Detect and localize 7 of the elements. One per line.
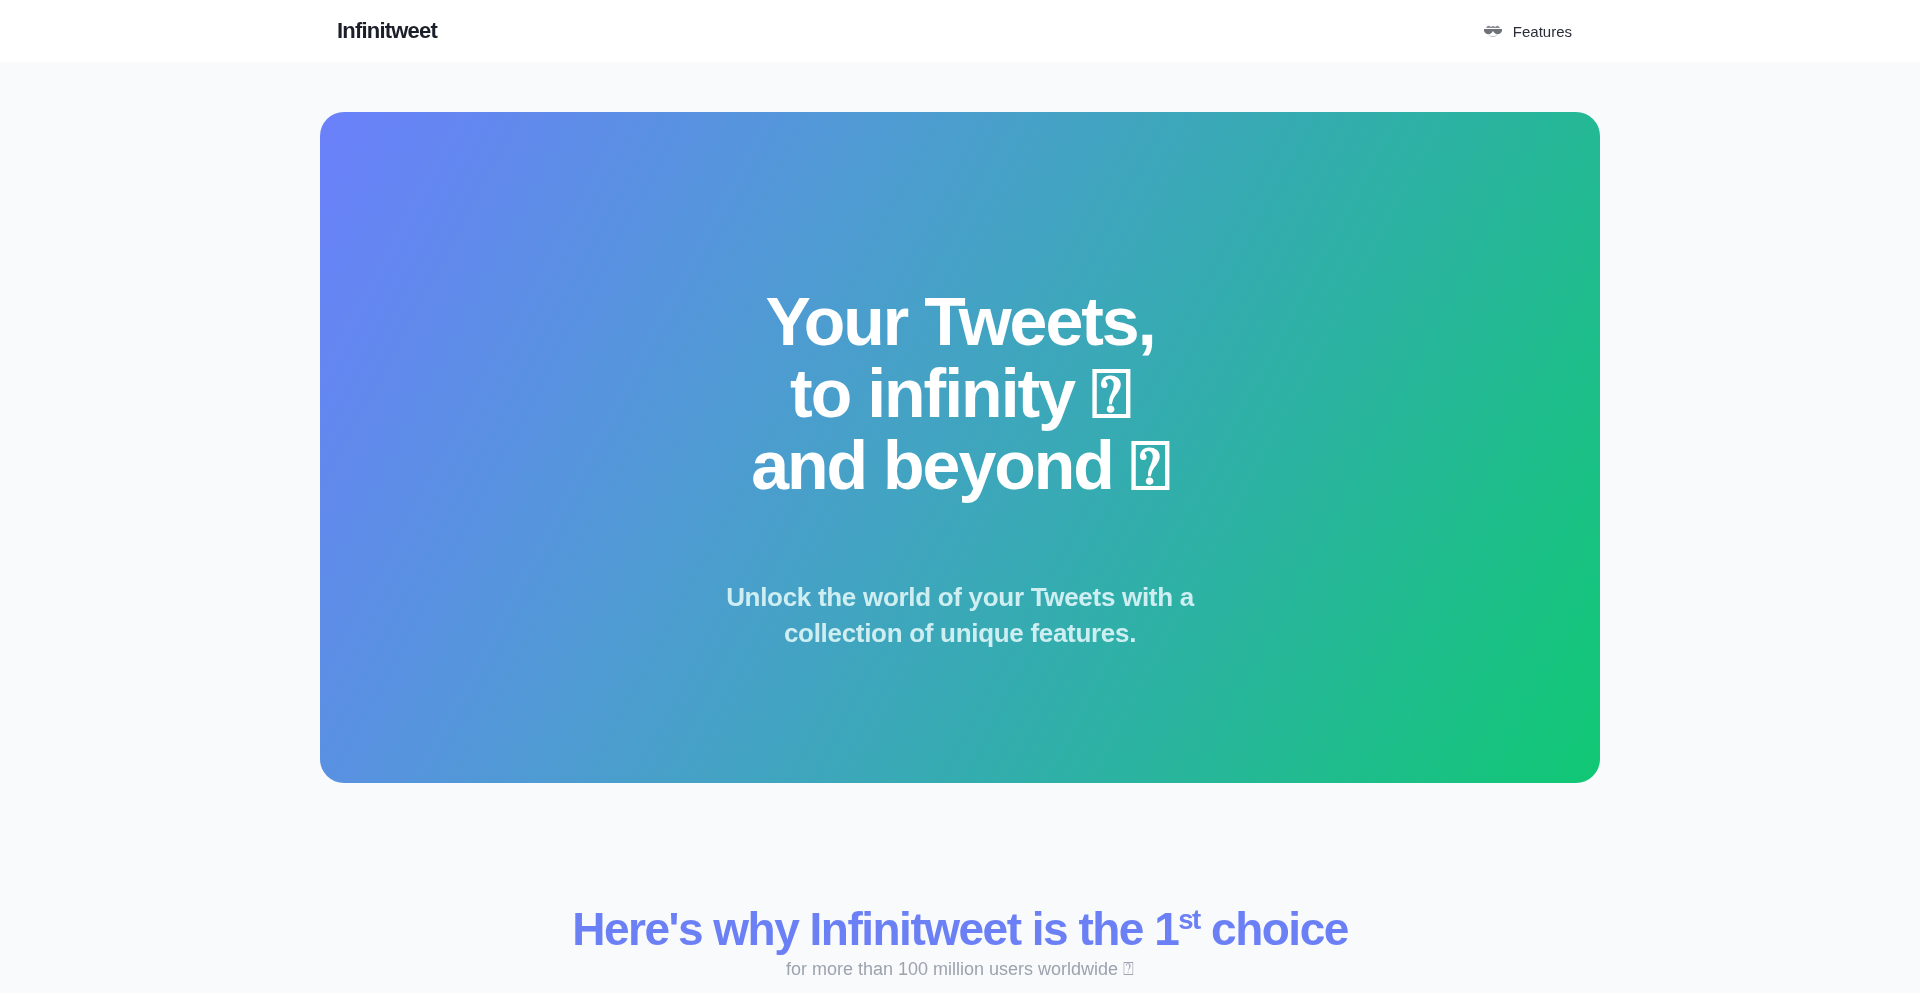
sunglasses-icon	[1482, 23, 1503, 39]
section-subheading: for more than 100 million users worldwide ⍰	[785, 958, 1135, 981]
nav-link[interactable]: Features	[1482, 22, 1572, 40]
hero-subtitle: Unlock the world of your Tweets with a collection of unique features.	[725, 580, 1196, 650]
section-heading: Here's why Infinitweet is the 1$^{st}$ choice	[572, 902, 1348, 957]
hero-headline: Your Tweets, to infinity ⍰ and beyond ⍰	[751, 284, 1169, 501]
logo-text[interactable]: Infinitweet	[337, 18, 437, 44]
